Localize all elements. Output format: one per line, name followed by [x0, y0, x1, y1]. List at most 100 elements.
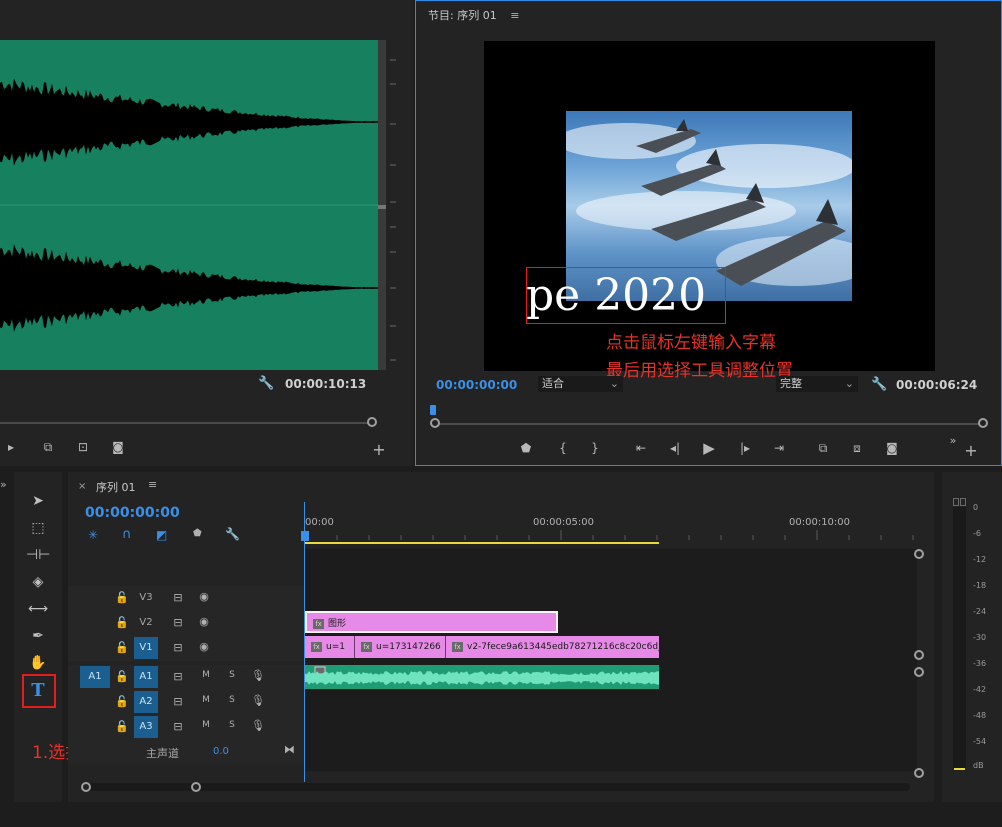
lock-icon[interactable]: 🔓	[114, 670, 130, 683]
type-tool-icon[interactable]: T	[26, 679, 50, 703]
pen-tool-icon[interactable]: ✒	[26, 624, 50, 648]
program-scrub-bar[interactable]	[436, 423, 982, 425]
source-scrub-bar[interactable]	[0, 422, 372, 424]
track-name-a3[interactable]: A3	[134, 716, 158, 738]
microphone-icon[interactable]: 🎙	[250, 694, 266, 707]
track-select-tool-icon[interactable]: ⬚	[26, 516, 50, 540]
insert-icon[interactable]: ⧉	[37, 440, 59, 455]
graphic-clip[interactable]: fx 图形	[305, 611, 558, 633]
track-name-v3[interactable]: V3	[134, 587, 158, 609]
source-patch-a1[interactable]: A1	[80, 666, 110, 688]
wrench-icon[interactable]: 🔧	[258, 376, 274, 391]
track-name-a1[interactable]: A1	[134, 666, 158, 688]
step-forward-icon[interactable]: |▸	[734, 441, 756, 455]
panel-menu-icon[interactable]: ≡	[148, 478, 157, 491]
program-playhead-marker[interactable]	[430, 405, 436, 415]
wrench-icon[interactable]: 🔧	[871, 377, 887, 392]
hand-tool-icon[interactable]: ✋	[26, 651, 50, 675]
mute-button[interactable]: M	[198, 695, 214, 705]
close-tab-icon[interactable]: ×	[78, 481, 86, 492]
solo-button[interactable]: S	[224, 720, 240, 730]
eye-icon[interactable]: ◉	[196, 590, 212, 603]
audio-tracks-scroll-top[interactable]	[914, 667, 924, 677]
export-frame-icon[interactable]: ⊡	[72, 440, 94, 454]
tracks-area[interactable]	[305, 549, 917, 771]
sync-lock-icon[interactable]: ⊟	[170, 616, 186, 629]
zoom-handle-left[interactable]	[81, 782, 91, 792]
program-current-timecode[interactable]: 00:00:00:00	[436, 378, 517, 392]
camera-icon[interactable]: ◙	[107, 440, 129, 454]
lock-icon[interactable]: 🔓	[114, 591, 130, 604]
track-name-a2[interactable]: A2	[134, 691, 158, 713]
solo-button[interactable]: S	[224, 670, 240, 680]
step-back-icon[interactable]: ◂|	[664, 441, 686, 455]
sync-lock-icon[interactable]: ⊟	[170, 720, 186, 733]
program-scrub-start-handle[interactable]	[430, 418, 440, 428]
track-name-v2[interactable]: V2	[134, 612, 158, 634]
program-scrub-end-handle[interactable]	[978, 418, 988, 428]
timeline-horizontal-scrollbar[interactable]	[86, 783, 910, 791]
mark-out-icon[interactable]: }	[584, 441, 606, 455]
play-icon[interactable]: ▶	[698, 439, 720, 457]
nest-toggle-icon[interactable]: ✳	[88, 528, 98, 542]
add-button-icon[interactable]: +	[960, 441, 982, 460]
snap-magnet-icon[interactable]: ∩	[122, 527, 132, 542]
meter-solo-right[interactable]	[960, 498, 966, 506]
audio-clip-a1[interactable]	[305, 665, 659, 689]
playhead-handle[interactable]	[301, 531, 309, 541]
go-to-out-icon[interactable]: ⇥	[768, 441, 790, 455]
go-to-in-icon[interactable]: ⇤	[630, 441, 652, 455]
video-clip-2[interactable]: fx u=173147266	[355, 636, 446, 658]
timeline-playhead[interactable]	[304, 502, 305, 782]
add-button-icon[interactable]: +	[368, 440, 390, 459]
sync-lock-icon[interactable]: ⊟	[170, 641, 186, 654]
fit-zoom-dropdown[interactable]: 适合 ⌄	[538, 376, 623, 392]
work-area-bar[interactable]	[305, 542, 659, 544]
sync-lock-icon[interactable]: ⊟	[170, 591, 186, 604]
lock-icon[interactable]: 🔓	[114, 695, 130, 708]
sync-lock-icon[interactable]: ⊟	[170, 670, 186, 683]
source-scrub-end-handle[interactable]	[367, 417, 377, 427]
video-clip-3[interactable]: fx v2-7fece9a613445edb78271216c8c20c6d_hd	[446, 636, 659, 658]
sync-lock-icon[interactable]: ⊟	[170, 695, 186, 708]
master-volume-value[interactable]: 0.0	[213, 746, 229, 757]
meter-solo-left[interactable]	[953, 498, 959, 506]
mute-button[interactable]: M	[198, 670, 214, 680]
title-text-layer[interactable]: pe 2020	[526, 267, 726, 324]
lock-icon[interactable]: 🔓	[114, 641, 130, 654]
solo-button[interactable]: S	[224, 695, 240, 705]
lock-icon[interactable]: 🔓	[114, 720, 130, 733]
wrench-icon[interactable]: 🔧	[225, 527, 240, 541]
selection-tool-icon[interactable]: ➤	[26, 489, 50, 513]
mark-in-icon[interactable]: {	[552, 441, 574, 455]
eye-icon[interactable]: ◉	[196, 615, 212, 628]
slip-tool-icon[interactable]: ⟷	[26, 597, 50, 621]
razor-tool-icon[interactable]: ◈	[26, 570, 50, 594]
linked-selection-icon[interactable]: ◩	[156, 528, 167, 542]
video-clip-1[interactable]: fx u=1	[305, 636, 355, 658]
audio-tracks-scroll-bottom[interactable]	[914, 768, 924, 778]
add-marker-icon[interactable]: ⬟	[193, 528, 202, 539]
lift-icon[interactable]: ⧉	[812, 441, 834, 456]
camera-icon[interactable]: ◙	[881, 441, 903, 455]
extract-icon[interactable]: ⧈	[846, 441, 868, 456]
microphone-icon[interactable]: 🎙	[250, 669, 266, 682]
overwrite-icon[interactable]: ▸	[0, 440, 22, 454]
lock-icon[interactable]: 🔓	[114, 616, 130, 629]
panel-overflow-icon[interactable]: »	[0, 478, 7, 491]
zoom-handle-right[interactable]	[191, 782, 201, 792]
program-panel-title[interactable]: 节目: 序列 01 ≡	[428, 7, 519, 23]
timeline-timecode[interactable]: 00:00:00:00	[85, 505, 180, 521]
video-tracks-scroll-top[interactable]	[914, 549, 924, 559]
mute-button[interactable]: M	[198, 720, 214, 730]
panel-menu-icon[interactable]: ≡	[510, 9, 519, 22]
timeline-tab-title[interactable]: 序列 01	[96, 479, 136, 495]
video-tracks-scroll-bottom[interactable]	[914, 650, 924, 660]
eye-icon[interactable]: ◉	[196, 640, 212, 653]
time-ruler-ticks[interactable]	[305, 530, 917, 540]
track-name-v1[interactable]: V1	[134, 637, 158, 659]
add-marker-icon[interactable]: ⬟	[515, 441, 537, 455]
playback-quality-dropdown[interactable]: 完整 ⌄	[776, 376, 858, 392]
master-go-to-icon[interactable]: ⧓	[284, 743, 295, 756]
ripple-edit-tool-icon[interactable]: ⊣⊢	[26, 543, 50, 567]
